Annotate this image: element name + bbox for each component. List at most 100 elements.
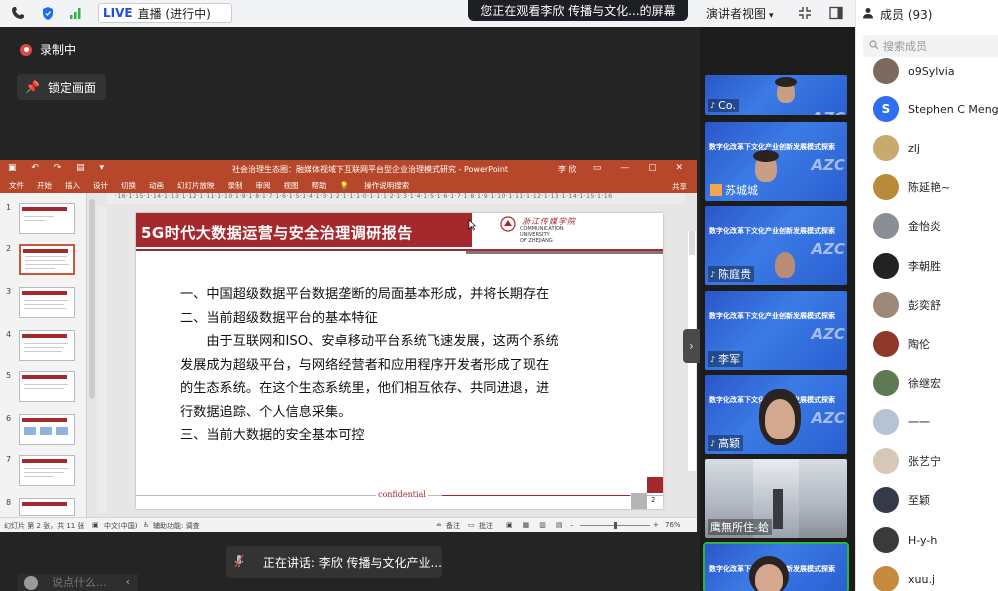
menu-tell-me[interactable]: 💡 操作说明搜索 [340,180,423,191]
menu-review[interactable]: 审阅 [256,180,271,191]
slide-canvas[interactable]: 5G时代大数据运营与安全治理调研报告 浙江传媒学院 COMMUNICATION … [136,213,663,509]
menu-help[interactable]: 帮助 [312,180,327,191]
video-tile[interactable]: 数字化改革下文化产业创新发展模式探索 AZC ♪高颖 [705,375,847,454]
shield-icon[interactable] [40,5,56,21]
member-name: xuu.j [908,572,936,586]
slide-thumbnail[interactable] [19,203,75,234]
corner-block-grey [631,493,647,509]
event-logo: AZC [812,109,846,115]
member-avatar [873,527,899,553]
member-row[interactable]: 李朝胜 [873,253,941,279]
zoom-slider-thumb[interactable] [614,522,617,529]
window-controls[interactable]: ▭ — ▢ ✕ [593,163,691,173]
video-tile[interactable]: AZC ♪Co. [705,75,847,115]
event-logo: AZC [811,156,846,174]
slide-thumbnail[interactable] [19,414,75,445]
menu-record[interactable]: 录制 [228,180,243,191]
video-tile-active[interactable]: 数字化改革下文化产业创新发展模式探索 [703,542,849,591]
slide-thumbnail[interactable] [19,330,75,361]
member-avatar [873,58,899,84]
slide-thumbnail[interactable] [19,287,75,318]
slide-thumbnail[interactable] [19,455,75,486]
lock-screen-button[interactable]: 📌 锁定画面 [17,74,106,100]
member-name: 张艺宁 [908,455,941,468]
slide-header-band: 5G时代大数据运营与安全治理调研报告 浙江传媒学院 COMMUNICATION … [136,213,663,247]
notes-button[interactable]: 备注 [446,521,460,531]
slide-thumbnail[interactable] [19,371,75,402]
quick-access-icons[interactable]: ▣ ↶ ↷ ▤ ▾ [8,163,110,173]
video-tile[interactable]: 数字化改革下文化产业创新发展模式探索 AZC 苏城城 [705,122,847,201]
menu-file[interactable]: 文件 [9,180,24,191]
member-avatar [873,566,899,591]
member-row[interactable]: o9Sylvia [873,58,955,84]
member-row[interactable]: zlj [873,135,920,161]
member-row[interactable]: 陈延艳~ [873,174,950,200]
menu-design[interactable]: 设计 [93,180,108,191]
member-row[interactable]: 金怡炎 [873,213,941,239]
member-row[interactable]: H-y-h [873,527,937,553]
slide-thumbnail[interactable] [19,498,75,516]
video-tile[interactable]: 鹰無所住-蛤 [705,459,847,538]
member-search-input[interactable]: 搜索成员 [863,35,998,57]
member-name: Stephen C Meng [908,102,998,116]
phone-icon[interactable] [10,5,26,21]
thumb-number: 1 [6,203,12,212]
member-row[interactable]: xuu.j [873,566,935,591]
member-name: 彭奕舒 [908,299,941,312]
slide-page-number: 2 [651,496,656,504]
zoom-in-button[interactable]: + [653,521,659,529]
event-logo: AZC [811,325,846,343]
menu-home[interactable]: 开始 [37,180,52,191]
menu-animations[interactable]: 动画 [149,180,164,191]
member-avatar [873,292,899,318]
sidebar-icon [829,6,843,20]
share-button[interactable]: 共享 [672,181,687,192]
comments-button[interactable]: 批注 [479,521,493,531]
chevron-left-icon[interactable]: ‹ [126,575,130,588]
member-row[interactable]: S Stephen C Meng [873,96,998,122]
mic-icon: ♪ [710,269,716,279]
video-tile[interactable]: 数字化改革下文化产业创新发展模式探索 AZC ♪ 陈庭贵 [705,206,847,285]
menu-insert[interactable]: 插入 [65,180,80,191]
ppt-window-title: 社会治理生态圈：融媒体视域下互联网平台型企业治理模式研究 - PowerPoin… [232,165,509,174]
language-status[interactable]: 中文(中国) [104,521,137,531]
slide-line: 由于互联网和ISO、安卓移动平台系统飞速发展，这两个系统 [180,334,559,349]
recording-label: 录制中 [40,43,77,57]
search-icon [869,39,879,53]
member-row[interactable]: 一一 [873,409,930,435]
view-buttons[interactable]: ▣▦▥▤ [506,521,572,529]
ppt-ribbon-menu: 文件 开始 插入 设计 切换 动画 幻灯片放映 录制 审阅 视图 帮助 💡 操作… [0,178,697,193]
member-row[interactable]: 张艺宁 [873,448,941,474]
video-gallery: AZC ♪Co. 数字化改革下文化产业创新发展模式探索 AZC 苏城城 数字化改… [700,27,855,591]
video-tile[interactable]: 数字化改革下文化产业创新发展模式探索 AZC ♪ 李军 [705,291,847,370]
zoom-level: 76% [665,521,681,529]
member-row[interactable]: 至颖 [873,487,930,513]
menu-view[interactable]: 视图 [284,180,299,191]
member-avatar [873,174,899,200]
member-name: o9Sylvia [908,64,955,78]
menu-transitions[interactable]: 切换 [121,180,136,191]
signal-strength-icon[interactable] [68,5,84,21]
slide-thumbnail-selected[interactable] [19,244,75,275]
slide-footer-accent [442,495,630,496]
speaking-indicator: 正在讲话: 李欣 传播与文化产业... [226,546,442,578]
member-row[interactable]: 陶伦 [873,331,930,357]
view-mode-dropdown[interactable]: 演讲者视图 ▾ [706,5,774,22]
member-row[interactable]: 彭奕舒 [873,292,941,318]
thumbnail-scrollbar[interactable] [89,199,95,399]
corner-block-red [647,477,663,493]
sidebar-toggle-button[interactable] [825,3,847,23]
live-status-button[interactable]: LIVE 直播 (进行中) [98,3,232,23]
participant-name: 高颖 [718,437,741,450]
collapse-panel-button[interactable]: › [683,329,700,363]
menu-slideshow[interactable]: 幻灯片放映 [177,180,215,191]
zoom-out-button[interactable]: – [570,521,574,529]
fullscreen-exit-button[interactable] [794,3,816,23]
person-icon [862,7,874,22]
chevron-down-icon: ▾ [769,11,774,21]
chat-input[interactable]: 说点什么... ‹ [18,574,138,591]
member-name: 陶伦 [908,338,930,351]
member-row[interactable]: 徐继宏 [873,370,941,396]
member-avatar [873,448,899,474]
accessibility-status[interactable]: 辅助功能: 调查 [153,521,200,531]
